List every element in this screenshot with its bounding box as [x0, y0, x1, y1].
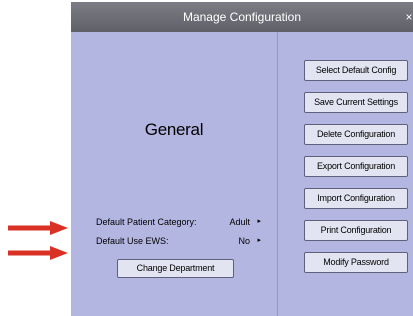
default-patient-category-row[interactable]: Default Patient Category: Adult ▸	[96, 214, 266, 230]
screen: Manage Configuration × General Default P…	[0, 0, 413, 316]
panel-divider	[277, 32, 278, 316]
import-configuration-button[interactable]: Import Configuration	[304, 188, 408, 209]
setting-value: No	[238, 236, 250, 246]
change-department-button[interactable]: Change Department	[117, 259, 234, 278]
chevron-right-icon: ▸	[257, 218, 261, 225]
chevron-right-icon: ▸	[257, 237, 261, 244]
setting-label: Default Patient Category:	[96, 217, 197, 227]
select-default-config-button[interactable]: Select Default Config	[304, 60, 408, 81]
modify-password-button[interactable]: Modify Password	[304, 252, 408, 273]
setting-label: Default Use EWS:	[96, 236, 169, 246]
export-configuration-button[interactable]: Export Configuration	[304, 156, 408, 177]
manage-configuration-dialog: Manage Configuration × General Default P…	[71, 2, 413, 316]
close-icon[interactable]: ×	[403, 2, 413, 32]
annotation-arrow-icon	[8, 246, 68, 260]
default-use-ews-row[interactable]: Default Use EWS: No ▸	[96, 233, 266, 249]
dialog-title: Manage Configuration	[182, 10, 302, 24]
dialog-title-bar: Manage Configuration ×	[71, 2, 413, 32]
save-current-settings-button[interactable]: Save Current Settings	[304, 92, 408, 113]
general-section-title: General	[144, 120, 204, 139]
annotation-arrow-icon	[8, 221, 68, 235]
setting-value: Adult	[229, 217, 250, 227]
delete-configuration-button[interactable]: Delete Configuration	[304, 124, 408, 145]
print-configuration-button[interactable]: Print Configuration	[304, 220, 408, 241]
